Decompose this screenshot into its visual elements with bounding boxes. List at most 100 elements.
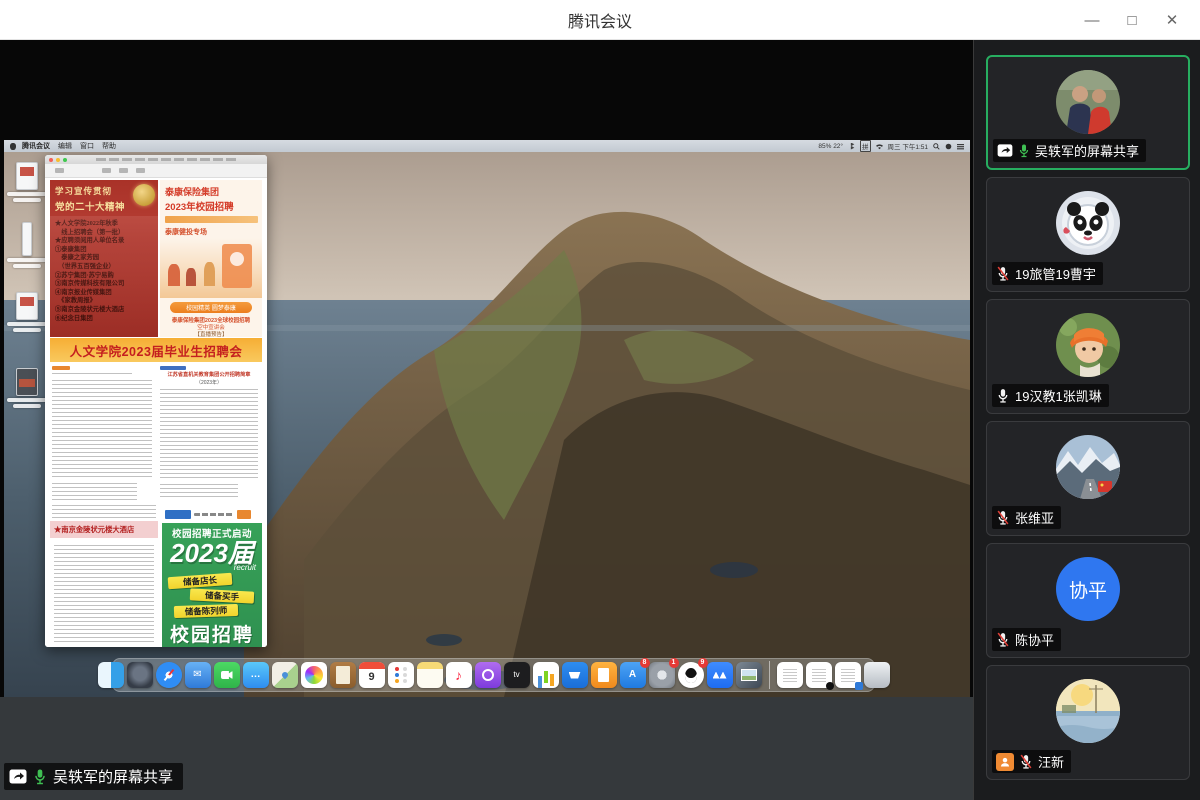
notes-dock-icon[interactable] [417,662,443,688]
meeting-content: 腾讯会议编辑窗口帮助 85% 22° 拼 周三 下午1:51 [0,40,1200,800]
participant-label: 19旅管19曹宇 [992,262,1103,285]
menubar-menu-0[interactable]: 腾讯会议 [22,141,50,151]
preview-window[interactable]: 学习宣传贯彻 党的二十大精神 ★人文学院2022年秋季 线上招聘会（第一批）★应… [45,155,267,647]
app-store-dock-icon[interactable]: A8 [620,662,646,688]
podcasts-dock-icon[interactable] [475,662,501,688]
toolbar-icon[interactable] [102,168,111,173]
party-poster-line: ★应聘须阅用人单位名录 [55,237,155,246]
dock-badge: 9 [698,658,708,668]
menubar-menu-1[interactable]: 编辑 [58,141,72,151]
participant-tile-chenxieping[interactable]: 协平 陈协平 [986,543,1190,658]
menubar-clock[interactable]: 周三 下午1:51 [888,141,928,151]
doc-dock-icon[interactable] [806,662,832,688]
safari-dock-icon[interactable] [156,662,182,688]
tencent-meeting-dock-icon[interactable] [707,662,733,688]
participant-tile-zhangweiya[interactable]: 张维亚 [986,421,1190,536]
launchpad-dock-icon[interactable] [127,662,153,688]
mic-muted-icon [1019,754,1033,769]
minimize-button[interactable]: — [1072,0,1112,40]
avatar [1056,435,1120,499]
toolbar-icon[interactable] [55,168,64,173]
macos-menubar: 腾讯会议编辑窗口帮助 85% 22° 拼 周三 下午1:51 [4,140,970,152]
party-poster-line: ⑤南京金陵状元楼大酒店 [55,306,155,315]
window-title: 腾讯会议 [568,8,632,32]
apple-menu-icon[interactable] [10,143,16,150]
participant-tile-zhangkailin[interactable]: 19汉教1张凯琳 [986,299,1190,414]
penguin-mini-badge [826,682,834,690]
doc-year: （2023年） [160,379,258,386]
participant-name: 19旅管19曹宇 [1015,264,1096,283]
company-text-chip [194,513,234,516]
participant-name: 陈协平 [1015,630,1054,649]
calendar-dock-icon[interactable]: 9 [359,662,385,688]
participant-tile-wangxin[interactable]: 汪新 [986,665,1190,780]
participant-name: 吴轶军的屏幕共享 [1035,141,1139,160]
control-center-icon[interactable] [945,143,952,150]
zoom-traffic-light[interactable] [63,158,67,162]
menubar-menu-2[interactable]: 窗口 [80,141,94,151]
desktop-file-icon-1[interactable] [4,162,50,202]
music-dock-icon[interactable]: ♪ [446,662,472,688]
mic-on-icon [996,388,1010,403]
preview-titlebar [45,155,267,164]
doc-heading: 江苏省直机关教育集团公开招聘简章 [160,372,258,378]
spotlight-search-icon[interactable] [933,143,940,150]
screenshot-dock-icon[interactable] [736,662,762,688]
wifi-icon[interactable] [876,143,883,150]
taikang-tag: 泰康健投专场 [165,227,262,237]
doc-dock-icon[interactable] [777,662,803,688]
avatar [1056,191,1120,255]
participant-tile-caoyu[interactable]: 19旅管19曹宇 [986,177,1190,292]
dock-divider [769,661,770,689]
messages-dock-icon[interactable]: … [243,662,269,688]
file-icon [22,222,32,256]
maximize-button[interactable]: □ [1112,0,1152,40]
toolbar-icon[interactable] [119,168,128,173]
menubar-menu-3[interactable]: 帮助 [102,141,116,151]
menubar-status: 85% 22° 拼 周三 下午1:51 [818,140,964,152]
party-poster-line: 线上招聘会（第一批） [55,229,155,238]
job-fair-banner: 人文学院2023届毕业生招聘会 [50,338,262,362]
notification-center-icon[interactable] [957,143,964,150]
appletv-dock-icon[interactable]: tv [504,662,530,688]
preview-filename [96,158,237,161]
avatar [1056,313,1120,377]
doc-dock-icon[interactable] [835,662,861,688]
close-traffic-light[interactable] [49,158,53,162]
bluetooth-icon[interactable] [848,143,855,150]
participants-sidebar: 吴轶军的屏幕共享 19旅管19曹宇 19 [973,40,1200,800]
input-method-indicator[interactable]: 拼 [860,140,871,152]
participant-tile-wuyijun[interactable]: 吴轶军的屏幕共享 [986,55,1190,170]
party-emblem-icon [133,184,155,206]
screen-share-icon [997,144,1013,157]
finder-dock-icon[interactable] [98,662,124,688]
window-controls: — □ ✕ [1072,0,1192,40]
photos-dock-icon[interactable] [301,662,327,688]
numbers-dock-icon[interactable] [533,662,559,688]
participant-label: 张维亚 [992,506,1061,529]
trash-dock-icon[interactable] [864,662,890,688]
mic-on-green-icon [33,768,47,785]
system-preferences-dock-icon[interactable]: 1 [649,662,675,688]
minimize-traffic-light[interactable] [56,158,60,162]
maps-dock-icon[interactable] [272,662,298,688]
keynote-dock-icon[interactable] [562,662,588,688]
desktop-file-icon-2[interactable] [4,222,50,268]
mail-dock-icon[interactable]: ✉ [185,662,211,688]
facetime-dock-icon[interactable] [214,662,240,688]
toolbar-icon[interactable] [136,168,145,173]
green-line4: 校园招聘 [162,620,262,647]
party-poster-line: ②苏宁集团·苏宁易购 [55,272,155,281]
dock-badge: 8 [640,658,650,668]
taikang-title1: 泰康保险集团 [165,185,262,198]
contacts-dock-icon[interactable] [330,662,356,688]
desktop-file-icon-4[interactable] [4,368,50,408]
pages-dock-icon[interactable] [591,662,617,688]
file-icon [16,368,38,396]
reminders-dock-icon[interactable] [388,662,414,688]
avatar-initials: 协平 [1069,576,1107,603]
party-spirit-poster: 学习宣传贯彻 党的二十大精神 ★人文学院2022年秋季 线上招聘会（第一批）★应… [50,180,158,337]
close-button[interactable]: ✕ [1152,0,1192,40]
desktop-file-icon-3[interactable] [4,292,50,332]
qq-dock-icon[interactable]: 9 [678,662,704,688]
